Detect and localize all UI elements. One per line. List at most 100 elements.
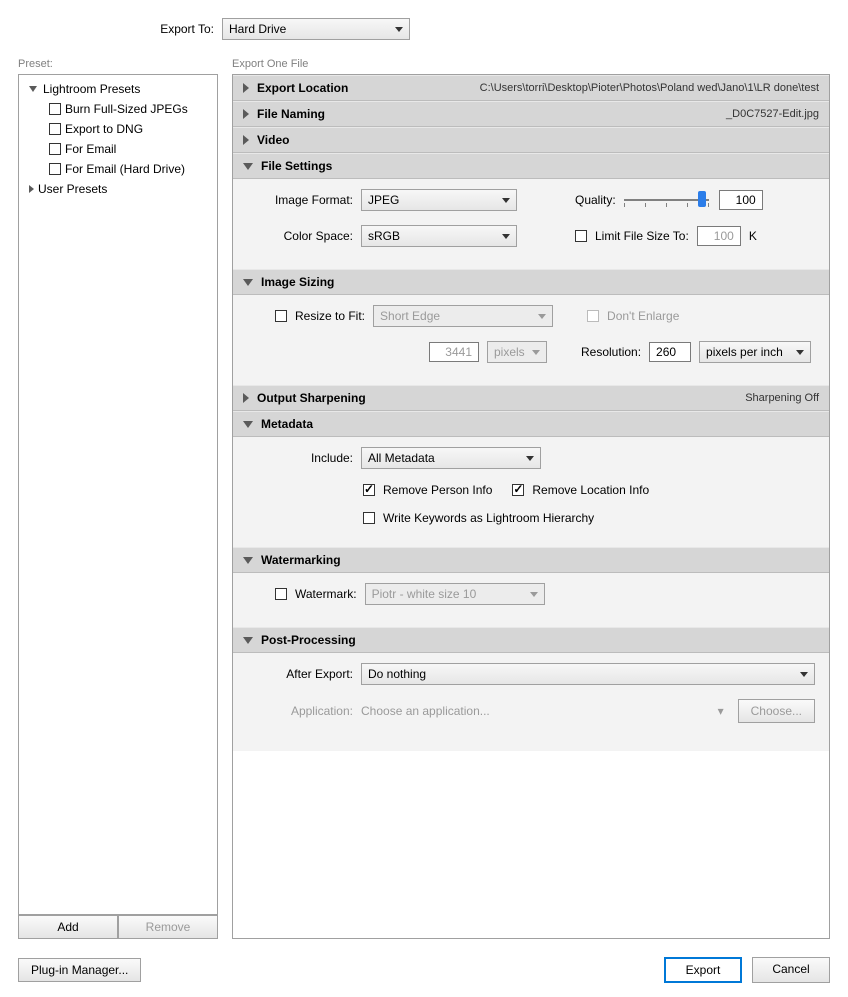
chevron-right-icon [243,135,249,145]
chevron-down-icon [243,637,253,644]
chevron-right-icon [243,393,249,403]
chevron-down-icon [243,279,253,286]
watermark-select[interactable]: Piotr - white size 10 [365,583,545,605]
export-panel-scroll[interactable]: Export Location C:\Users\torri\Desktop\P… [233,75,829,938]
resolution-label: Resolution: [581,345,641,359]
preset-column: Preset: Lightroom Presets Burn Full-Size… [18,58,218,939]
export-location-path: C:\Users\torri\Desktop\Pioter\Photos\Pol… [480,82,819,94]
chevron-right-icon [29,185,34,193]
watermark-label: Watermark: [295,587,357,601]
resize-dimension-select[interactable]: Short Edge [373,305,553,327]
export-to-select[interactable]: Hard Drive [222,18,410,40]
quality-slider[interactable] [624,191,709,209]
dropdown-caret-icon: ▾ [718,704,724,718]
preset-buttons: Add Remove [18,915,218,939]
preset-for-email[interactable]: For Email [19,139,217,159]
preset-export-dng[interactable]: Export to DNG [19,119,217,139]
chevron-down-icon [796,350,804,355]
section-file-naming[interactable]: File Naming _D0C7527-Edit.jpg [233,101,829,127]
keywords-hierarchy-checkbox[interactable] [363,512,375,524]
checkbox-icon[interactable] [49,103,61,115]
section-file-settings[interactable]: File Settings [233,153,829,179]
metadata-body: Include: All Metadata Remove Person Info [233,437,829,547]
watermarking-body: Watermark: Piotr - white size 10 [233,573,829,627]
dimension-input[interactable] [429,342,479,362]
topbar: Export To: Hard Drive [18,18,830,40]
checkbox-icon[interactable] [49,123,61,135]
chevron-down-icon [29,86,37,92]
preset-group-lightroom[interactable]: Lightroom Presets [19,79,217,99]
chevron-down-icon [502,234,510,239]
color-space-label: Color Space: [247,229,353,243]
resolution-input[interactable] [649,342,691,362]
include-label: Include: [247,451,353,465]
section-metadata[interactable]: Metadata [233,411,829,437]
resolution-unit-select[interactable]: pixels per inch [699,341,811,363]
remove-person-label: Remove Person Info [383,483,492,497]
preset-for-email-hd[interactable]: For Email (Hard Drive) [19,159,217,179]
section-post-processing[interactable]: Post-Processing [233,627,829,653]
watermark-checkbox[interactable] [275,588,287,600]
export-column-label: Export One File [232,58,830,70]
file-naming-value: _D0C7527-Edit.jpg [726,108,819,120]
export-to-label: Export To: [18,22,214,36]
export-panel: Export Location C:\Users\torri\Desktop\P… [232,74,830,939]
chevron-down-icon [532,350,540,355]
section-image-sizing[interactable]: Image Sizing [233,269,829,295]
limit-filesize-input[interactable] [697,226,741,246]
export-dialog: Export To: Hard Drive Preset: Lightroom … [0,0,848,997]
section-export-location[interactable]: Export Location C:\Users\torri\Desktop\P… [233,75,829,101]
sharpening-status: Sharpening Off [745,392,819,404]
resize-to-fit-checkbox[interactable] [275,310,287,322]
section-watermarking[interactable]: Watermarking [233,547,829,573]
export-button[interactable]: Export [664,957,742,983]
quality-input[interactable] [719,190,763,210]
chevron-down-icon [530,592,538,597]
image-sizing-body: Resize to Fit: Short Edge Don't Enlarge [233,295,829,385]
choose-application-button[interactable]: Choose... [738,699,815,723]
preset-listbox[interactable]: Lightroom Presets Burn Full-Sized JPEGs … [18,74,218,915]
image-format-select[interactable]: JPEG [361,189,517,211]
checkbox-icon[interactable] [49,163,61,175]
export-column: Export One File Export Location C:\Users… [232,58,830,939]
limit-filesize-unit: K [749,229,757,243]
chevron-down-icon [395,27,403,32]
dont-enlarge-checkbox[interactable] [587,310,599,322]
remove-location-label: Remove Location Info [532,483,649,497]
application-value: Choose an application... [361,704,710,718]
checkbox-icon[interactable] [49,143,61,155]
file-settings-body: Image Format: JPEG Quality: [233,179,829,269]
chevron-down-icon [502,198,510,203]
chevron-down-icon [243,163,253,170]
remove-preset-button[interactable]: Remove [118,915,218,939]
quality-slider-wrap [624,190,763,210]
section-output-sharpening[interactable]: Output Sharpening Sharpening Off [233,385,829,411]
section-video[interactable]: Video [233,127,829,153]
after-export-select[interactable]: Do nothing [361,663,815,685]
plugin-manager-button[interactable]: Plug-in Manager... [18,958,141,982]
remove-person-checkbox[interactable] [363,484,375,496]
preset-burn-jpegs[interactable]: Burn Full-Sized JPEGs [19,99,217,119]
slider-thumb-icon[interactable] [698,191,706,207]
quality-label: Quality: [575,193,616,207]
main-area: Preset: Lightroom Presets Burn Full-Size… [18,58,830,939]
limit-filesize-checkbox[interactable] [575,230,587,242]
dont-enlarge-label: Don't Enlarge [607,309,679,323]
color-space-select[interactable]: sRGB [361,225,517,247]
preset-group-user[interactable]: User Presets [19,179,217,199]
add-preset-button[interactable]: Add [18,915,118,939]
cancel-button[interactable]: Cancel [752,957,830,983]
chevron-down-icon [243,421,253,428]
post-processing-body: After Export: Do nothing Application: Ch… [233,653,829,751]
image-format-label: Image Format: [247,193,353,207]
dimension-unit-select[interactable]: pixels [487,341,547,363]
dialog-footer: Plug-in Manager... Export Cancel [18,957,830,983]
keywords-hierarchy-label: Write Keywords as Lightroom Hierarchy [383,511,594,525]
remove-location-checkbox[interactable] [512,484,524,496]
after-export-label: After Export: [247,667,353,681]
limit-filesize-label: Limit File Size To: [595,229,689,243]
resize-to-fit-label: Resize to Fit: [295,309,365,323]
chevron-down-icon [243,557,253,564]
preset-column-label: Preset: [18,58,218,70]
include-select[interactable]: All Metadata [361,447,541,469]
